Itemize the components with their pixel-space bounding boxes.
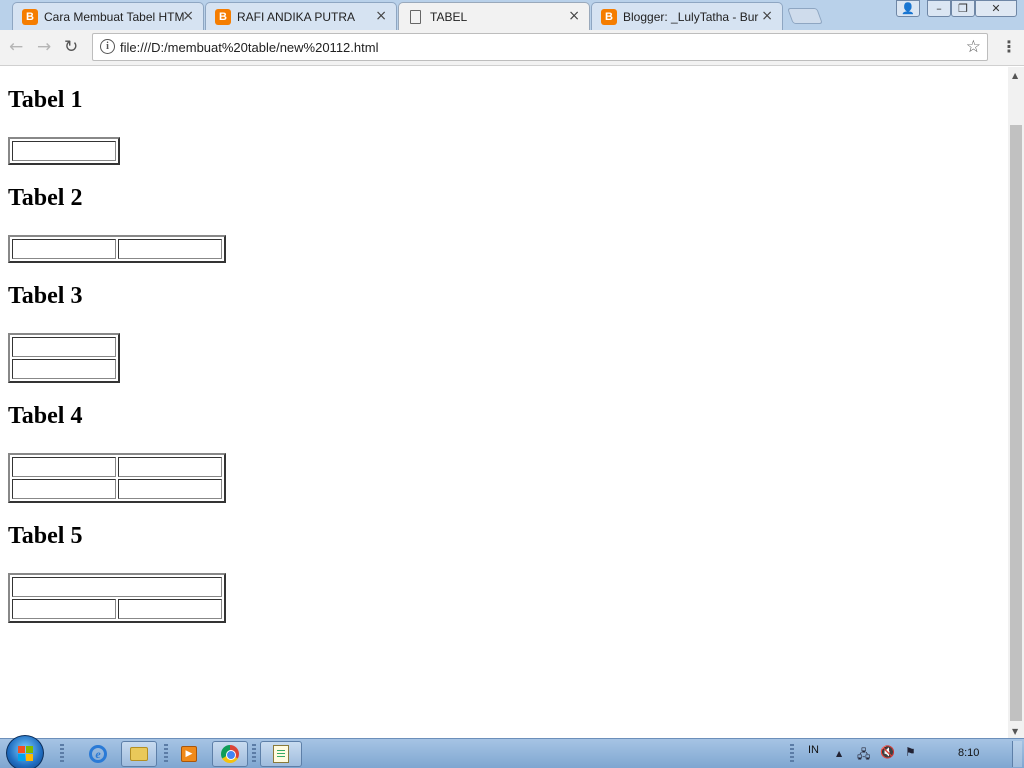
internet-explorer-icon: e [89,745,107,763]
window-close-button[interactable]: ✕ [975,0,1017,17]
table-row [12,599,222,619]
table-cell [118,239,222,259]
tab-title: Cara Membuat Tabel HTM [44,10,185,24]
taskbar-grip[interactable] [790,744,794,764]
reload-icon[interactable]: ↻ [64,37,78,57]
blogger-icon: B [215,9,231,25]
media-player-button[interactable]: ▶ [171,741,207,767]
back-icon[interactable]: ← [9,37,23,57]
page-viewport: Tabel 1 Tabel 2 Tabel 3 Tabel 4 Tabel 5 [0,67,1008,738]
show-desktop-button[interactable] [1012,741,1022,767]
table-cell-merged [12,577,222,597]
windows-logo-icon [18,746,34,762]
blogger-icon: B [601,9,617,25]
file-explorer-button[interactable] [121,741,157,767]
new-tab-button[interactable] [787,8,823,24]
show-hidden-icons[interactable]: ▲ [836,749,842,758]
section-tabel-5: Tabel 5 [8,522,226,623]
table-cell [12,239,116,259]
section-tabel-3: Tabel 3 [8,282,226,383]
heading-tabel-3: Tabel 3 [8,283,83,309]
browser-toolbar: ← → ↻ i file:///D:/membuat%20table/new%2… [0,30,1024,66]
notepad-button[interactable] [260,741,302,767]
taskbar-grip[interactable] [164,744,168,764]
chrome-button[interactable] [212,741,248,767]
tab-title: Blogger: _LulyTatha - Bur [623,10,759,24]
forward-icon[interactable]: → [37,37,51,57]
section-tabel-1: Tabel 1 [8,86,226,165]
restore-button[interactable]: ❐ [951,0,975,17]
section-tabel-2: Tabel 2 [8,184,226,263]
url-text[interactable]: file:///D:/membuat%20table/new%20112.htm… [120,40,378,55]
close-icon[interactable]: × [568,8,580,24]
menu-icon[interactable]: ⋮ [1001,37,1017,56]
tab-title: RAFI ANDIKA PUTRA [237,10,356,24]
media-player-icon: ▶ [181,746,197,762]
table-cell [118,599,222,619]
tab-strip: B Cara Membuat Tabel HTM × B RAFI ANDIKA… [0,0,1024,30]
table-cell [12,457,116,477]
action-center-flag-icon[interactable]: ⚑ [905,745,916,759]
heading-tabel-1: Tabel 1 [8,87,83,113]
close-icon[interactable]: × [375,8,387,24]
table-4 [8,453,226,503]
network-icon[interactable]: 🖧 [857,745,870,766]
table-2 [8,235,226,263]
heading-tabel-5: Tabel 5 [8,523,83,549]
table-row [12,359,116,379]
table-cell [12,599,116,619]
language-indicator[interactable]: IN [808,744,819,756]
table-row [12,577,222,597]
table-cell [12,479,116,499]
close-icon[interactable]: × [182,8,194,24]
section-tabel-4: Tabel 4 [8,402,226,503]
table-row [12,239,222,259]
taskbar-grip[interactable] [60,744,64,764]
table-cell [118,479,222,499]
table-5 [8,573,226,623]
table-row [12,337,116,357]
page-content: Tabel 1 Tabel 2 Tabel 3 Tabel 4 Tabel 5 [8,67,226,623]
table-cell [12,337,116,357]
table-cell [12,359,116,379]
address-bar[interactable]: i file:///D:/membuat%20table/new%20112.h… [92,33,988,61]
tab-tabel[interactable]: TABEL × [398,2,590,30]
table-3 [8,333,120,383]
tab-title: TABEL [430,10,468,24]
table-1 [8,137,120,165]
tab-blogger-lulytatha[interactable]: B Blogger: _LulyTatha - Bur × [591,2,783,30]
table-row [12,479,222,499]
internet-explorer-button[interactable]: e [80,741,116,767]
chrome-icon [221,745,239,763]
page-icon [410,10,421,24]
start-button[interactable] [6,735,44,768]
vertical-scrollbar[interactable]: ▲ ▼ [1008,67,1024,738]
scrollbar-thumb[interactable] [1010,125,1022,721]
table-row [12,457,222,477]
heading-tabel-2: Tabel 2 [8,185,83,211]
tab-rafi-andika-putra[interactable]: B RAFI ANDIKA PUTRA × [205,2,397,30]
user-icon[interactable]: 👤 [896,0,920,17]
notepad-icon [273,745,289,763]
blogger-icon: B [22,9,38,25]
scroll-down-icon[interactable]: ▼ [1012,727,1018,736]
info-icon[interactable]: i [100,39,115,54]
taskbar-grip[interactable] [252,744,256,764]
clock-time[interactable]: 8:10 [958,747,979,759]
scroll-up-icon[interactable]: ▲ [1012,71,1018,80]
windows-taskbar: e ▶ IN ▲ 🖧 🔇 ⚑ 8:10 [0,735,1024,768]
bookmark-star-icon[interactable]: ☆ [966,37,981,57]
table-row [12,141,116,161]
close-icon[interactable]: × [761,8,773,24]
file-explorer-icon [130,747,148,761]
minimize-button[interactable]: – [927,0,951,17]
heading-tabel-4: Tabel 4 [8,403,83,429]
table-cell [118,457,222,477]
tab-cara-membuat-tabel[interactable]: B Cara Membuat Tabel HTM × [12,2,204,30]
volume-muted-icon[interactable]: 🔇 [880,745,895,759]
table-cell [12,141,116,161]
